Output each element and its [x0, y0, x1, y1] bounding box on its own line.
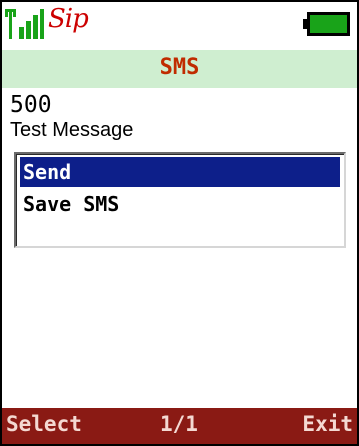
battery-full-icon: [303, 12, 350, 36]
exit-softkey[interactable]: Exit: [302, 412, 353, 436]
recipient-number: 500: [10, 92, 52, 118]
options-list: Send Save SMS: [14, 152, 346, 248]
option-save-sms[interactable]: Save SMS: [20, 189, 340, 219]
phone-screen: Sip SMS 500 Test Message Send Save SMS S…: [0, 0, 359, 446]
page-title: SMS: [159, 55, 200, 80]
softkey-bar: Select 1/1 Exit: [2, 408, 357, 444]
message-text: Test Message: [10, 119, 134, 141]
select-softkey[interactable]: Select: [6, 412, 82, 436]
page-indicator: 1/1: [160, 412, 198, 436]
title-bar: SMS: [2, 50, 357, 88]
sip-status-label: Sip: [48, 4, 89, 34]
signal-strength-icon: [5, 9, 44, 39]
status-bar: Sip: [2, 2, 357, 46]
option-send[interactable]: Send: [20, 157, 340, 187]
